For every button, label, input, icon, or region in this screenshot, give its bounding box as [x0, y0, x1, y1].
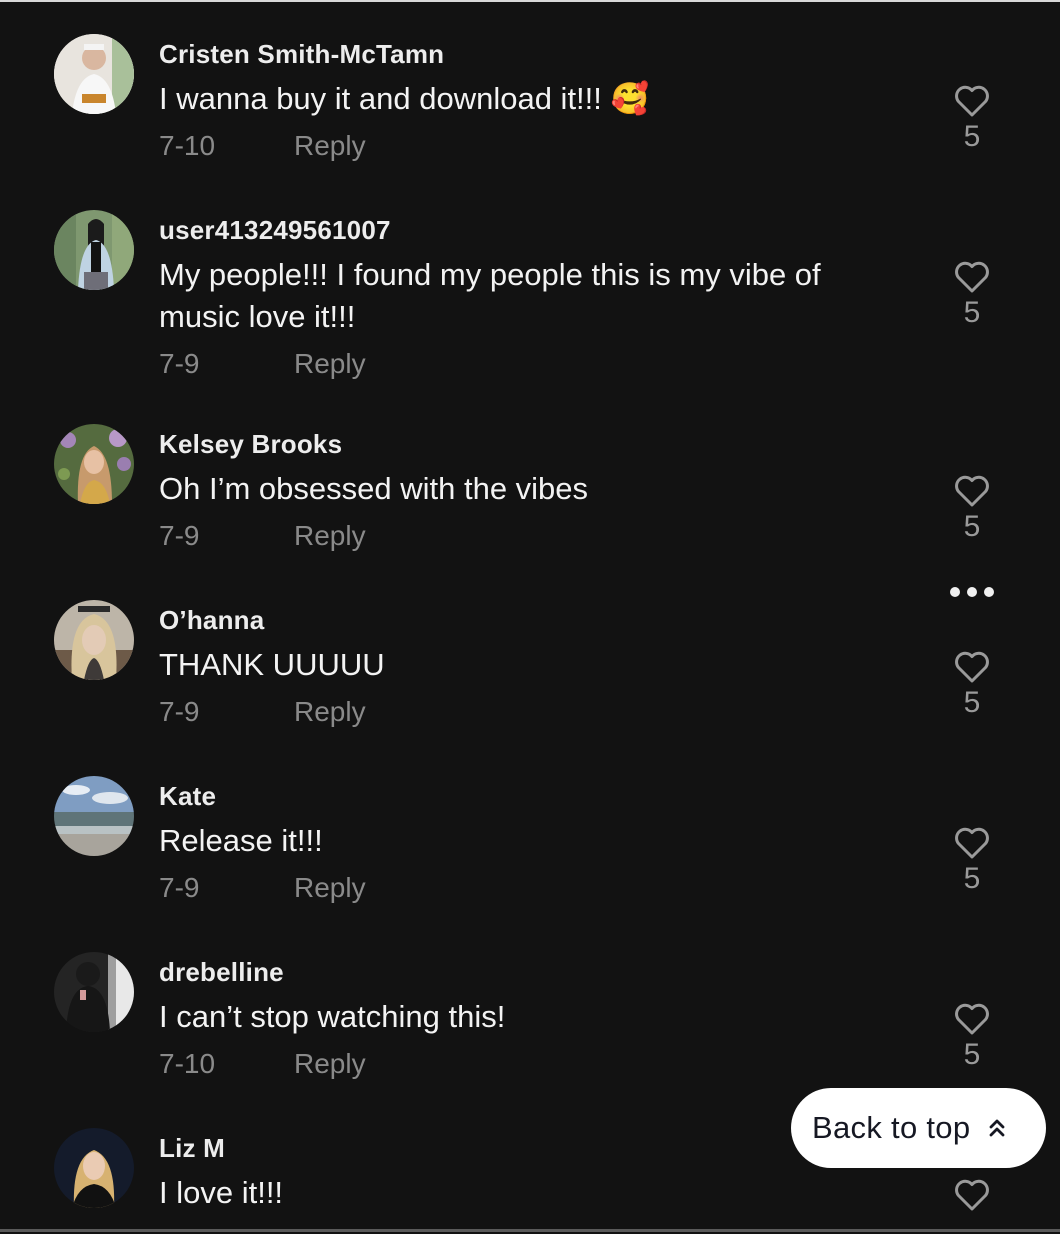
- heart-outline-icon: [955, 261, 989, 293]
- comment-item: Cristen Smith-McTamn I wanna buy it and …: [0, 4, 1060, 180]
- reply-button[interactable]: Reply: [294, 130, 366, 161]
- comment-text: Release it!!!: [159, 823, 323, 858]
- like-button[interactable]: 5: [945, 84, 999, 154]
- avatar[interactable]: [54, 424, 134, 504]
- like-count: 5: [963, 510, 981, 543]
- comment-text: Oh I’m obsessed with the vibes: [159, 471, 589, 506]
- reply-button[interactable]: Reply: [294, 348, 366, 379]
- like-count: 5: [963, 120, 981, 153]
- heart-outline-icon: [955, 1003, 989, 1035]
- reply-button[interactable]: Reply: [294, 872, 366, 903]
- comment-item: O’hanna THANK UUUUU 7-9 Reply 5: [0, 570, 1060, 746]
- comment-text: THANK UUUUU: [159, 647, 385, 682]
- comment-item: drebelline I can’t stop watching this! 7…: [0, 922, 1060, 1098]
- avatar[interactable]: [54, 600, 134, 680]
- comment-username[interactable]: Kate: [159, 781, 216, 812]
- comment-username[interactable]: Liz M: [159, 1133, 225, 1164]
- comment-username[interactable]: user413249561007: [159, 215, 391, 246]
- heart-outline-icon: [955, 475, 989, 507]
- comment-item: Kate Release it!!! 7-9 Reply 5: [0, 746, 1060, 922]
- avatar[interactable]: [54, 34, 134, 114]
- comment-date: 7-10: [159, 130, 216, 161]
- comment-date: 7-9: [159, 348, 200, 379]
- like-button[interactable]: 5: [945, 1002, 999, 1072]
- more-dot: [984, 587, 994, 597]
- comment-username[interactable]: O’hanna: [159, 605, 264, 636]
- comment-meta: 7-10 Reply: [159, 130, 366, 162]
- comment-meta: 7-9 Reply: [159, 348, 366, 380]
- more-dot: [950, 587, 960, 597]
- comment-text: I wanna buy it and download it!!! 🥰: [159, 81, 650, 116]
- back-to-top-button[interactable]: Back to top: [791, 1088, 1046, 1168]
- like-button[interactable]: 5: [945, 260, 999, 330]
- back-to-top-label: Back to top: [812, 1110, 971, 1145]
- comment-username[interactable]: Cristen Smith-McTamn: [159, 39, 444, 70]
- heart-outline-icon: [955, 85, 989, 117]
- like-count: 5: [963, 1038, 981, 1071]
- comment-text: My people!!! I found my people this is m…: [159, 257, 821, 334]
- comment-date: 7-10: [159, 1048, 216, 1079]
- comment-text: I love it!!!: [159, 1175, 284, 1210]
- double-chevron-up-icon: [990, 1119, 1005, 1137]
- like-count: 5: [963, 862, 981, 895]
- comment-date: 7-9: [159, 872, 200, 903]
- heart-outline-icon: [955, 827, 989, 859]
- reply-button[interactable]: Reply: [294, 696, 366, 727]
- like-button[interactable]: 5: [945, 650, 999, 720]
- heart-outline-icon: [955, 1179, 989, 1211]
- comment-date: 7-9: [159, 520, 200, 551]
- comment-meta: 7-10 Reply: [159, 1048, 366, 1080]
- comment-text: I can’t stop watching this!: [159, 999, 506, 1034]
- comment-date: 7-9: [159, 696, 200, 727]
- comment-username[interactable]: Kelsey Brooks: [159, 429, 342, 460]
- avatar[interactable]: [54, 776, 134, 856]
- like-button[interactable]: 5: [945, 474, 999, 544]
- like-count: 5: [963, 296, 981, 329]
- like-count: 5: [963, 686, 981, 719]
- comment-meta: 7-9 Reply: [159, 872, 366, 904]
- avatar[interactable]: [54, 1128, 134, 1208]
- reply-button[interactable]: Reply: [294, 1048, 366, 1079]
- reply-button[interactable]: Reply: [294, 520, 366, 551]
- comment-username[interactable]: drebelline: [159, 957, 284, 988]
- more-dot: [967, 587, 977, 597]
- comment-item: user413249561007 My people!!! I found my…: [0, 180, 1060, 394]
- like-button[interactable]: 5: [945, 826, 999, 896]
- heart-outline-icon: [955, 651, 989, 683]
- comment-item: Kelsey Brooks Oh I’m obsessed with the v…: [0, 394, 1060, 570]
- like-button[interactable]: [945, 1178, 999, 1214]
- comment-meta: 7-9 Reply: [159, 520, 366, 552]
- avatar[interactable]: [54, 210, 134, 290]
- comment-meta: 7-9 Reply: [159, 696, 366, 728]
- avatar[interactable]: [54, 952, 134, 1032]
- more-options-button[interactable]: [950, 586, 994, 598]
